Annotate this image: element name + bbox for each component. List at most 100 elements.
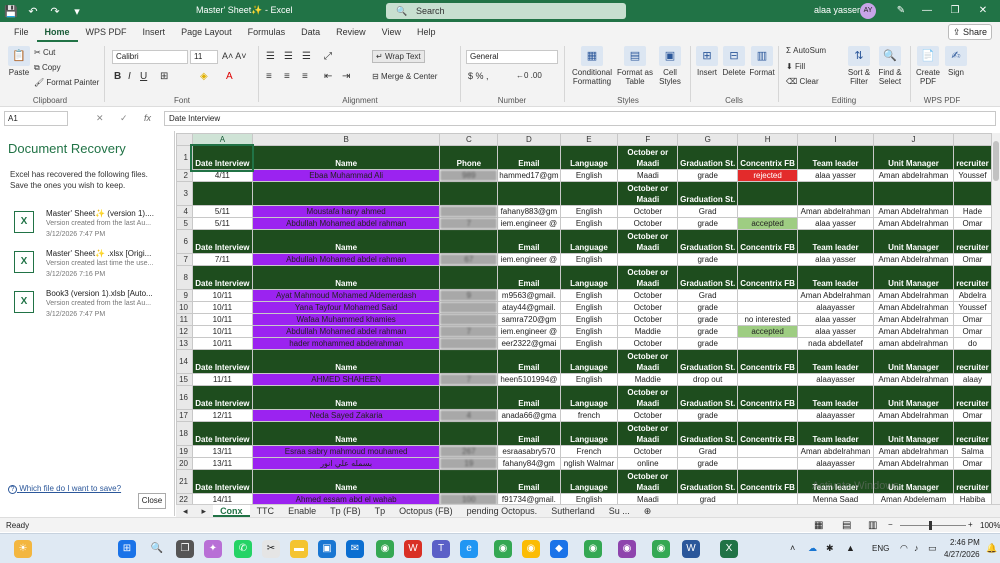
paste-button[interactable]: 📋 Paste bbox=[6, 46, 32, 77]
row-number[interactable]: 3 bbox=[176, 181, 193, 206]
create-pdf-button[interactable]: 📄 Create PDF bbox=[914, 46, 942, 86]
chrome-profile-icon[interactable]: ◉ bbox=[584, 540, 602, 558]
cell[interactable] bbox=[737, 457, 799, 470]
cell[interactable]: no interested bbox=[737, 313, 799, 326]
cell[interactable]: 5/11 bbox=[191, 205, 253, 218]
row-number[interactable]: 13 bbox=[176, 337, 193, 350]
notification-icon[interactable]: 🔔 bbox=[986, 543, 997, 554]
app-icon[interactable]: ◆ bbox=[550, 540, 568, 558]
store-icon[interactable]: ▣ bbox=[318, 540, 336, 558]
close-button[interactable]: Close bbox=[138, 493, 166, 509]
cell[interactable]: Ebaa Muhammad Ali bbox=[251, 169, 441, 182]
recovery-help-link[interactable]: ? Which file do I want to save? bbox=[8, 484, 121, 494]
align-center-icon[interactable]: ≡ bbox=[284, 71, 290, 82]
cell[interactable] bbox=[439, 421, 499, 446]
cell[interactable]: Neda Sayed Zakaria bbox=[251, 409, 441, 422]
cell[interactable]: Name bbox=[251, 421, 441, 446]
row-number[interactable]: 10 bbox=[176, 301, 193, 314]
cell[interactable]: Abdullah Mohamed abdel rahman bbox=[251, 253, 441, 266]
bluetooth-icon[interactable]: ✱ bbox=[826, 543, 834, 554]
cell[interactable] bbox=[617, 253, 679, 266]
worksheet-grid[interactable]: ABCDEFGHIJ 1 Date Interview Name Phone Email… bbox=[176, 133, 992, 504]
cell[interactable]: Concentrix FB bbox=[737, 421, 799, 446]
tab-home[interactable]: Home bbox=[36, 22, 78, 42]
cell[interactable]: grade bbox=[677, 325, 739, 338]
formula-input[interactable]: Date Interview bbox=[164, 111, 996, 126]
cell[interactable]: 5/11 bbox=[191, 217, 253, 230]
edge-icon[interactable]: e bbox=[460, 540, 478, 558]
onedrive-icon[interactable]: ☁ bbox=[808, 543, 817, 554]
bold-icon[interactable]: B bbox=[114, 71, 121, 82]
tab-formulas[interactable]: Formulas bbox=[240, 22, 294, 42]
italic-icon[interactable]: I bbox=[128, 71, 131, 82]
cell[interactable]: October or Maadi bbox=[617, 181, 679, 206]
row-number[interactable]: 6 bbox=[176, 229, 193, 254]
cell[interactable]: October or Maadi bbox=[617, 421, 679, 446]
currency-icon[interactable]: $ % , bbox=[468, 71, 489, 81]
add-sheet-icon[interactable]: ⊕ bbox=[637, 505, 659, 517]
cell[interactable]: Concentrix FB bbox=[737, 145, 799, 170]
cell[interactable]: grade bbox=[677, 301, 739, 314]
row-number[interactable]: 16 bbox=[176, 385, 193, 410]
cell[interactable]: grade bbox=[677, 169, 739, 182]
cell[interactable]: October bbox=[617, 313, 679, 326]
search-icon[interactable]: 🔍 bbox=[148, 540, 166, 558]
cell[interactable]: alaayasser bbox=[797, 457, 875, 470]
cell[interactable]: October bbox=[617, 409, 679, 422]
cell[interactable]: Salma bbox=[952, 445, 992, 458]
cell[interactable]: grade bbox=[677, 217, 739, 230]
close-icon[interactable]: ✕ bbox=[968, 2, 998, 20]
find-select-button[interactable]: 🔍 Find & Select bbox=[874, 46, 906, 86]
cell[interactable]: Language bbox=[559, 265, 619, 290]
decimal-icon[interactable]: ←0 .00 bbox=[516, 71, 542, 80]
row-number[interactable]: 20 bbox=[176, 457, 193, 470]
cell[interactable] bbox=[191, 181, 253, 206]
cell[interactable]: Aman Abdelrahman bbox=[873, 205, 954, 218]
tab-data[interactable]: Data bbox=[293, 22, 328, 42]
cell[interactable]: Abdullah Mohamed abdel rahman bbox=[251, 217, 441, 230]
cell[interactable]: Name bbox=[251, 469, 441, 494]
cell[interactable]: Youssef bbox=[952, 301, 992, 314]
orientation-icon[interactable]: ⤢ bbox=[324, 51, 332, 62]
cell[interactable]: grade bbox=[677, 337, 739, 350]
cell[interactable]: 7 bbox=[439, 217, 499, 230]
cell[interactable]: Name bbox=[251, 349, 441, 374]
cell[interactable]: Aman Abdelrahman bbox=[873, 457, 954, 470]
cell[interactable]: Name bbox=[251, 385, 441, 410]
clear-button[interactable]: ⌫ Clear bbox=[786, 77, 819, 86]
tab-view[interactable]: View bbox=[374, 22, 409, 42]
cell[interactable]: Menna Saad bbox=[797, 493, 875, 504]
cell[interactable]: Grad bbox=[677, 289, 739, 302]
column-header[interactable]: F bbox=[617, 133, 679, 146]
wrap-text-button[interactable]: ↵ Wrap Text bbox=[372, 50, 425, 63]
merge-center-button[interactable]: ⊟ Merge & Center bbox=[372, 72, 437, 81]
customize-quick-access-icon[interactable]: ▾ bbox=[66, 5, 88, 18]
cell[interactable]: recruiter bbox=[952, 469, 992, 494]
row-number[interactable]: 22 bbox=[176, 493, 193, 504]
next-sheet-icon[interactable]: ▸ bbox=[195, 505, 214, 517]
tab-insert[interactable]: Insert bbox=[135, 22, 174, 42]
tab-review[interactable]: Review bbox=[328, 22, 374, 42]
cell[interactable]: alaayasser bbox=[797, 301, 875, 314]
cell[interactable]: October bbox=[617, 337, 679, 350]
cell[interactable]: Language bbox=[559, 229, 619, 254]
cell[interactable]: aman abdelrahman bbox=[873, 337, 954, 350]
recovered-file[interactable]: X Master' Sheet✨ (version 1).... Version… bbox=[14, 209, 172, 247]
copilot-icon[interactable]: ✦ bbox=[204, 540, 222, 558]
task-view-icon[interactable]: ❐ bbox=[176, 540, 194, 558]
font-name-select[interactable]: Calibri bbox=[112, 50, 188, 64]
cell[interactable]: English bbox=[559, 313, 619, 326]
cell[interactable]: alaa yasser bbox=[797, 217, 875, 230]
cell[interactable]: October bbox=[617, 205, 679, 218]
cell[interactable]: October bbox=[617, 289, 679, 302]
cell[interactable]: 11/11 bbox=[191, 373, 253, 386]
cell[interactable]: 13/11 bbox=[191, 445, 253, 458]
cell[interactable]: Language bbox=[559, 469, 619, 494]
share-button[interactable]: ⇪ Share bbox=[948, 24, 992, 40]
cell[interactable]: Yana Tayfour Mohamed Said bbox=[251, 301, 441, 314]
cell[interactable]: Aman Abdelrahman bbox=[873, 313, 954, 326]
cell[interactable]: Date Interview bbox=[191, 349, 253, 374]
language-indicator[interactable]: ENG bbox=[872, 544, 889, 553]
cell[interactable]: Maadi bbox=[617, 493, 679, 504]
cell[interactable]: Team leader bbox=[797, 145, 875, 170]
